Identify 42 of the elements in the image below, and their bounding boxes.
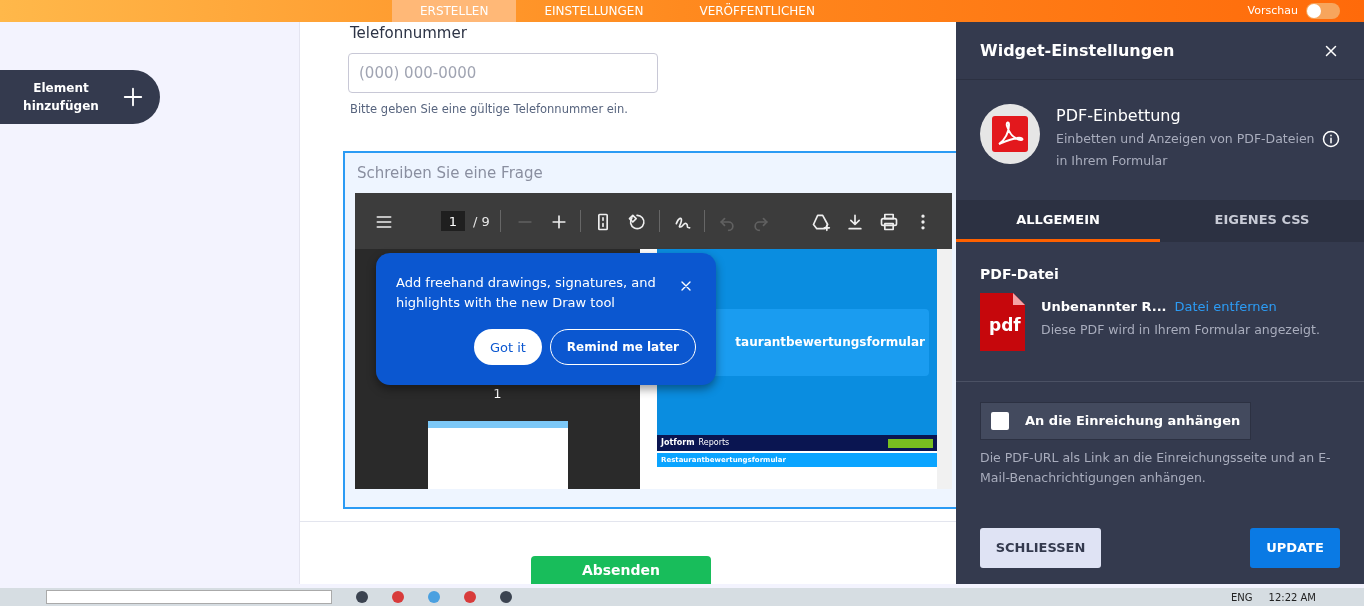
preview-label: Vorschau [1247,2,1298,19]
language-indicator[interactable]: ENG [1230,589,1253,605]
field-label: Telefonnummer [350,23,468,44]
file-type-label: pdf [989,314,1021,337]
panel-title: Widget-Einstellungen [980,39,1175,62]
report-label: Reports [698,437,730,450]
taskbar-app-icon[interactable] [392,591,404,603]
info-icon[interactable] [1322,130,1340,148]
phone-input[interactable]: (000) 000-0000 [348,52,658,93]
add-element-button[interactable]: Element hinzufügen [0,70,160,124]
section-title: PDF-Datei [980,265,1060,284]
question-input[interactable]: Schreiben Sie eine Frage [355,160,946,186]
panel-tab[interactable]: ALLGEMEIN [956,200,1160,242]
widget-description: Einbetten und Anzeigen von PDF-Dateien in Ihrem Formular [1056,130,1316,170]
page-count: / 9 [473,212,490,231]
taskbar-app-icon[interactable] [500,591,512,603]
remove-file-link[interactable]: Datei entfernen [1174,297,1277,317]
plus-icon [122,86,144,108]
update-button[interactable]: UPDATE [1250,528,1340,568]
page-title: taurantbewertungsformular [735,334,925,352]
report-button [888,438,933,448]
taskbar-app-icon[interactable] [464,591,476,603]
page-thumbnail[interactable] [427,421,568,490]
file-note: Diese PDF wird in Ihrem Formular angezeigt. [1041,320,1320,339]
file-name: Unbenannter R... [1041,298,1167,316]
attach-help-text: Die PDF-URL als Link an die Einreichungsseite und an E-Mail-Benachrichtigungen anhängen. [980,449,1332,487]
panel-tab[interactable]: EIGENES CSS [1160,200,1364,242]
pdf-file-icon [980,293,1025,351]
field-hint: Bitte geben Sie eine gültige Telefonnummer ein. [350,100,629,118]
taskbar-search-field[interactable] [46,590,332,604]
brand-logo: Jotform [661,437,695,450]
preview-toggle[interactable] [1306,3,1340,19]
thumbnail-page-number: 1 [493,384,502,403]
close-button[interactable]: SCHLIESSEN [980,528,1101,568]
page-number-input[interactable]: 1 [441,211,465,232]
got-it-button[interactable]: Got it [473,329,542,366]
taskbar-app-icon[interactable] [356,591,368,603]
pdf-app-icon [980,104,1040,164]
widget-name: PDF-Einbettung [1056,105,1182,127]
clock[interactable]: 12:22 AM [1268,589,1316,605]
attach-checkbox[interactable]: An die Einreichung anhängen [980,402,1252,440]
popup-message: Add freehand drawings, signatures, and highlights with the new Draw tool [396,274,657,313]
